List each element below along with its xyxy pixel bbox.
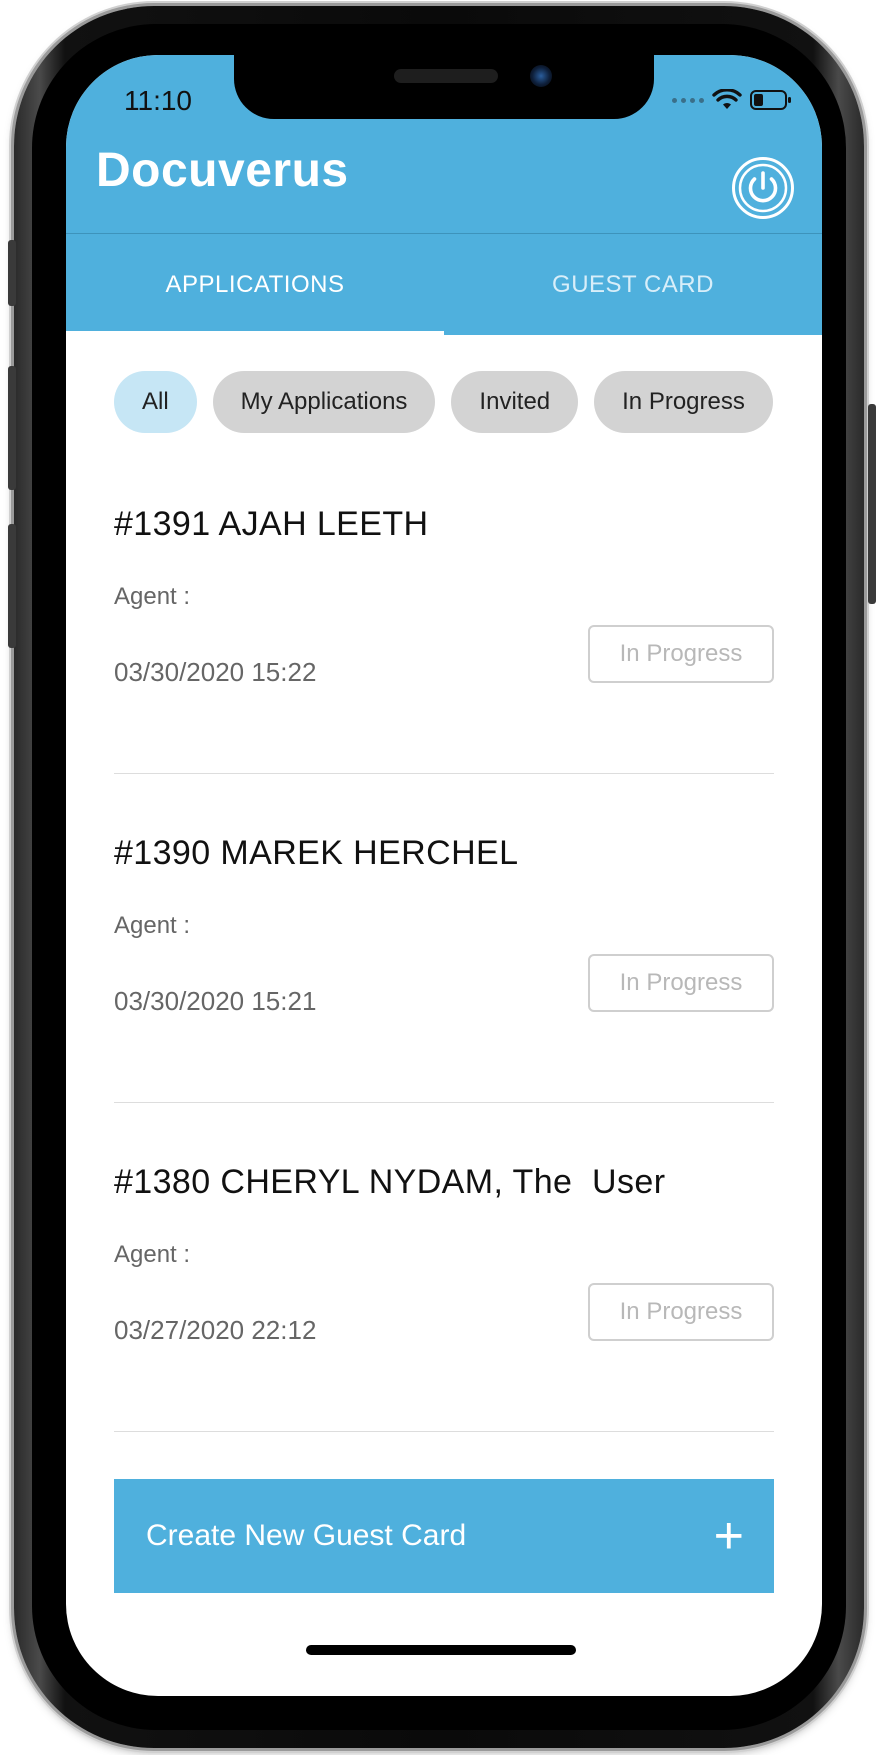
application-date: 03/27/2020 22:12 [114, 1315, 317, 1345]
filter-chips: All My Applications Invited In Progress [114, 371, 773, 433]
agent-label: Agent : [114, 1241, 191, 1268]
speaker-grille [394, 69, 498, 83]
mute-switch [8, 240, 16, 306]
create-guest-card-button[interactable]: Create New Guest Card + [114, 1479, 774, 1593]
status-time: 11:10 [124, 85, 192, 116]
active-tab-indicator [66, 331, 444, 335]
application-row[interactable]: #1390 MAREK HERCHEL Agent : 03/30/2020 1… [114, 774, 774, 1103]
signal-icon [672, 97, 704, 103]
status-badge: In Progress [588, 625, 774, 683]
screen: 11:10 Docuverus APPLICATIONS GUEST CARD … [66, 55, 822, 1696]
status-indicators [672, 89, 792, 111]
filter-chip-in-progress[interactable]: In Progress [594, 371, 773, 433]
plus-icon: + [713, 1507, 744, 1565]
application-title: #1391 AJAH LEETH [114, 505, 429, 543]
battery-icon [750, 90, 791, 110]
app-header: 11:10 Docuverus APPLICATIONS GUEST CARD [66, 55, 822, 335]
filter-chip-my-applications[interactable]: My Applications [212, 371, 436, 433]
header-divider [66, 233, 822, 234]
notch [234, 55, 654, 119]
filter-chip-all[interactable]: All [114, 371, 197, 433]
filter-chip-invited[interactable]: Invited [451, 371, 579, 433]
application-date: 03/30/2020 15:22 [114, 657, 317, 687]
home-indicator[interactable] [306, 1645, 576, 1655]
tab-guest-card[interactable]: GUEST CARD [444, 235, 822, 335]
application-row[interactable]: #1380 CHERYL NYDAM, The User Agent : 03/… [114, 1103, 774, 1432]
power-side-button [868, 404, 876, 604]
application-date: 03/30/2020 15:21 [114, 986, 317, 1016]
status-badge: In Progress [588, 1283, 774, 1341]
power-icon [738, 163, 788, 213]
create-guest-card-label: Create New Guest Card [146, 1519, 467, 1552]
status-badge: In Progress [588, 954, 774, 1012]
logout-button[interactable] [732, 157, 794, 219]
volume-down-button [8, 524, 16, 648]
application-title: #1390 MAREK HERCHEL [114, 834, 519, 872]
app-title: Docuverus [96, 144, 349, 197]
application-row[interactable]: #1391 AJAH LEETH Agent : 03/30/2020 15:2… [114, 445, 774, 774]
application-list: #1391 AJAH LEETH Agent : 03/30/2020 15:2… [114, 445, 774, 1432]
agent-label: Agent : [114, 583, 191, 610]
volume-up-button [8, 366, 16, 490]
application-title: #1380 CHERYL NYDAM, The User [114, 1163, 666, 1201]
agent-label: Agent : [114, 912, 191, 939]
front-camera [530, 65, 552, 87]
tab-applications[interactable]: APPLICATIONS [66, 235, 444, 335]
wifi-icon [712, 89, 742, 109]
